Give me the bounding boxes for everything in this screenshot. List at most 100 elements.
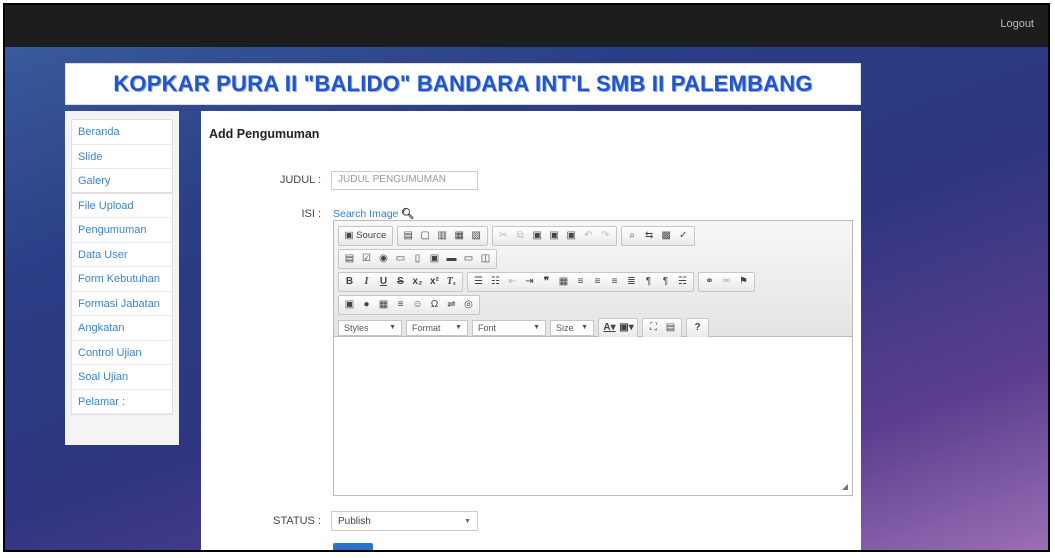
select-icon[interactable]: ▣ xyxy=(428,252,442,266)
sidebar-item-file-upload[interactable]: File Upload xyxy=(72,194,172,218)
toolbar-group-file: ▤ ▢ ▥ ▦ ▧ xyxy=(396,225,488,246)
sidebar-item-pelamar[interactable]: Pelamar : xyxy=(72,390,172,414)
form-icon[interactable]: ▤ xyxy=(343,252,357,266)
styles-dropdown[interactable]: Styles ▼ xyxy=(338,319,402,336)
redo-icon[interactable]: ↷ xyxy=(598,229,612,243)
toolbar-row-5: Styles ▼ Format ▼ Font ▼ Size ▼ A▾ ▣▾ ⛶ … xyxy=(338,316,848,339)
align-left-icon[interactable]: ≡ xyxy=(574,275,588,289)
sidebar-item-soal-ujian[interactable]: Soal Ujian xyxy=(72,365,172,390)
toolbar-group-colors: A▾ ▣▾ xyxy=(598,317,638,338)
unlink-icon[interactable]: ⚮ xyxy=(720,275,734,289)
sidebar-item-formasi-jabatan[interactable]: Formasi Jabatan xyxy=(72,292,172,316)
superscript-icon[interactable]: x² xyxy=(428,275,442,289)
site-title: KOPKAR PURA II "BALIDO" BANDARA INT'L SM… xyxy=(113,71,813,96)
main-panel: Add Pengumuman JUDUL : JUDUL PENGUMUMAN … xyxy=(201,111,861,550)
sidebar-item-data-user[interactable]: Data User xyxy=(72,243,172,267)
numbered-list-icon[interactable]: ☰ xyxy=(472,275,486,289)
spellcheck-icon[interactable]: ✓ xyxy=(676,229,690,243)
flash-icon[interactable]: ● xyxy=(360,298,374,312)
editor-content-area[interactable]: ◢ xyxy=(334,337,852,495)
sidebar-item-galery[interactable]: Galery xyxy=(72,169,172,194)
find-icon[interactable]: ⌕ xyxy=(625,229,639,243)
styles-label: Styles xyxy=(344,322,369,333)
language-icon[interactable]: ☵ xyxy=(676,275,690,289)
horizontal-rule-icon[interactable]: ≡ xyxy=(394,298,408,312)
copy-icon[interactable]: ⧉ xyxy=(513,229,527,243)
hidden-field-icon[interactable]: ◫ xyxy=(479,252,493,266)
show-blocks-icon[interactable]: ▤ xyxy=(664,321,678,335)
toolbar-row-4: ▣ ● ▦ ≡ ☺ Ω ⇌ ◎ xyxy=(338,293,848,316)
toolbar-row-3: B I U S x₂ x² Tₓ ☰ ☷ ⇤ ⇥ ❞ ▦ ≡ ≡ ≡ ≣ ¶ ¶… xyxy=(338,270,848,293)
smiley-icon[interactable]: ☺ xyxy=(411,298,425,312)
iframe-icon[interactable]: ◎ xyxy=(462,298,476,312)
page-title: Add Pengumuman xyxy=(209,127,320,141)
status-select[interactable]: Publish ▼ xyxy=(331,511,478,531)
bulleted-list-icon[interactable]: ☷ xyxy=(489,275,503,289)
judul-input[interactable]: JUDUL PENGUMUMAN xyxy=(331,171,478,190)
outdent-icon[interactable]: ⇤ xyxy=(506,275,520,289)
preview-icon[interactable]: ▥ xyxy=(435,229,449,243)
sidebar-item-control-ujian[interactable]: Control Ujian xyxy=(72,341,172,365)
sidebar-item-slide[interactable]: Slide xyxy=(72,145,172,169)
paste-icon[interactable]: ▣ xyxy=(530,229,544,243)
print-icon[interactable]: ▦ xyxy=(452,229,466,243)
justify-icon[interactable]: ≣ xyxy=(625,275,639,289)
format-dropdown[interactable]: Format ▼ xyxy=(406,319,468,336)
textfield-icon[interactable]: ▭ xyxy=(394,252,408,266)
save-button[interactable]: Save xyxy=(333,543,373,550)
checkbox-icon[interactable]: ☑ xyxy=(360,252,374,266)
link-icon[interactable]: ⚭ xyxy=(703,275,717,289)
templates-icon[interactable]: ▧ xyxy=(469,229,483,243)
special-char-icon[interactable]: Ω xyxy=(428,298,442,312)
subscript-icon[interactable]: x₂ xyxy=(411,275,425,289)
align-right-icon[interactable]: ≡ xyxy=(608,275,622,289)
bg-color-icon[interactable]: ▣▾ xyxy=(619,321,633,335)
paste-text-icon[interactable]: ▣ xyxy=(547,229,561,243)
sidebar-item-form-kebutuhan[interactable]: Form Kebutuhan xyxy=(72,267,172,292)
undo-icon[interactable]: ↶ xyxy=(581,229,595,243)
toolbar-group-clipboard: ✂ ⧉ ▣ ▣ ▣ ↶ ↷ xyxy=(491,225,617,246)
anchor-icon[interactable]: ⚑ xyxy=(737,275,751,289)
strike-icon[interactable]: S xyxy=(394,275,408,289)
table-icon[interactable]: ▦ xyxy=(377,298,391,312)
font-dropdown[interactable]: Font ▼ xyxy=(472,319,546,336)
source-label: Source xyxy=(356,230,387,241)
underline-icon[interactable]: U xyxy=(377,275,391,289)
sidebar-item-angkatan[interactable]: Angkatan xyxy=(72,316,172,341)
radio-icon[interactable]: ◉ xyxy=(377,252,391,266)
div-icon[interactable]: ▦ xyxy=(557,275,571,289)
blockquote-icon[interactable]: ❞ xyxy=(540,275,554,289)
paste-word-icon[interactable]: ▣ xyxy=(564,229,578,243)
cut-icon[interactable]: ✂ xyxy=(496,229,510,243)
status-value: Publish xyxy=(338,515,371,527)
indent-icon[interactable]: ⇥ xyxy=(523,275,537,289)
textarea-icon[interactable]: ▯ xyxy=(411,252,425,266)
page-break-icon[interactable]: ⇌ xyxy=(445,298,459,312)
bold-icon[interactable]: B xyxy=(343,275,357,289)
image-button-icon[interactable]: ▭ xyxy=(462,252,476,266)
remove-format-icon[interactable]: Tₓ xyxy=(445,275,459,289)
size-dropdown[interactable]: Size ▼ xyxy=(550,319,594,336)
search-image-link[interactable]: Search Image 🔍︎ xyxy=(333,207,415,220)
logout-link[interactable]: Logout xyxy=(1000,18,1034,30)
toolbar-row-1: ▣ Source ▤ ▢ ▥ ▦ ▧ ✂ ⧉ ▣ ▣ ▣ ↶ ↷ ⌕ ⇆ ▩ ✓ xyxy=(338,224,848,247)
maximize-icon[interactable]: ⛶ xyxy=(647,321,661,335)
save-doc-icon[interactable]: ▤ xyxy=(401,229,415,243)
button-icon[interactable]: ▬ xyxy=(445,252,459,266)
help-icon[interactable]: ? xyxy=(691,321,705,335)
new-page-icon[interactable]: ▢ xyxy=(418,229,432,243)
align-center-icon[interactable]: ≡ xyxy=(591,275,605,289)
replace-icon[interactable]: ⇆ xyxy=(642,229,656,243)
image-icon[interactable]: ▣ xyxy=(343,298,357,312)
italic-icon[interactable]: I xyxy=(360,275,374,289)
select-all-icon[interactable]: ▩ xyxy=(659,229,673,243)
rtl-icon[interactable]: ¶ xyxy=(659,275,673,289)
text-color-icon[interactable]: A▾ xyxy=(603,321,617,335)
resize-handle-icon[interactable]: ◢ xyxy=(842,482,848,491)
sidebar-item-beranda[interactable]: Beranda xyxy=(72,120,172,145)
sidebar-item-pengumuman[interactable]: Pengumuman xyxy=(72,218,172,243)
ltr-icon[interactable]: ¶ xyxy=(642,275,656,289)
source-button[interactable]: ▣ Source xyxy=(343,229,389,243)
format-label: Format xyxy=(412,322,441,333)
source-icon: ▣ xyxy=(344,230,354,241)
